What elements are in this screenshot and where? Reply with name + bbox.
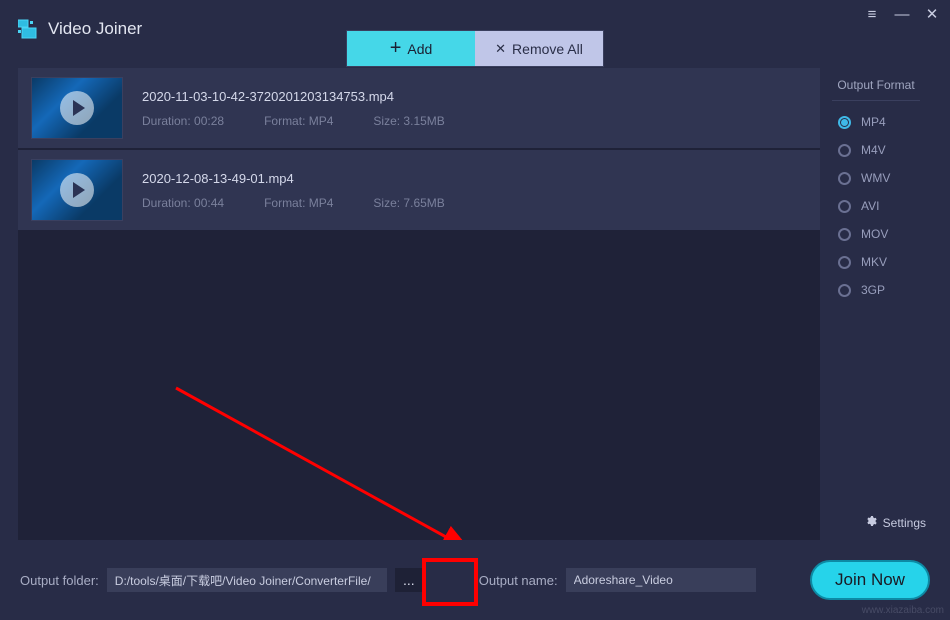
- output-name-input[interactable]: [566, 568, 756, 592]
- join-now-button[interactable]: Join Now: [810, 560, 930, 600]
- window-controls: ≡ — ✕: [864, 6, 940, 22]
- file-details: Duration: 00:28 Format: MP4 Size: 3.15MB: [142, 114, 445, 128]
- bottom-bar: Output folder: ... Output name: Join Now: [0, 540, 950, 620]
- menu-icon[interactable]: ≡: [864, 6, 880, 22]
- format-option-m4v[interactable]: M4V: [838, 143, 932, 157]
- video-thumbnail[interactable]: [32, 78, 122, 138]
- add-button[interactable]: Add: [347, 31, 475, 66]
- radio-icon: [838, 228, 851, 241]
- output-folder-input[interactable]: [107, 568, 387, 592]
- format-label: MOV: [861, 227, 888, 241]
- file-name: 2020-12-08-13-49-01.mp4: [142, 171, 445, 186]
- video-thumbnail[interactable]: [32, 160, 122, 220]
- file-format: Format: MP4: [264, 114, 333, 128]
- file-row[interactable]: 2020-11-03-10-42-3720201203134753.mp4 Du…: [18, 68, 820, 148]
- file-row[interactable]: 2020-12-08-13-49-01.mp4 Duration: 00:44 …: [18, 150, 820, 230]
- format-label: M4V: [861, 143, 886, 157]
- format-label: MKV: [861, 255, 887, 269]
- file-duration: Duration: 00:28: [142, 114, 224, 128]
- annotation-arrow: [166, 378, 506, 540]
- format-option-mp4[interactable]: MP4: [838, 115, 932, 129]
- output-name-label: Output name:: [479, 573, 558, 588]
- output-folder-label: Output folder:: [20, 573, 99, 588]
- remove-all-button[interactable]: Remove All: [475, 31, 603, 66]
- radio-icon: [838, 284, 851, 297]
- format-option-mkv[interactable]: MKV: [838, 255, 932, 269]
- add-button-label: Add: [407, 41, 432, 57]
- file-details: Duration: 00:44 Format: MP4 Size: 7.65MB: [142, 196, 445, 210]
- radio-icon: [838, 144, 851, 157]
- x-icon: [495, 40, 506, 57]
- format-label: MP4: [861, 115, 886, 129]
- app-logo: Video Joiner: [18, 18, 142, 40]
- file-format: Format: MP4: [264, 196, 333, 210]
- file-list: 2020-11-03-10-42-3720201203134753.mp4 Du…: [18, 68, 820, 540]
- app-title: Video Joiner: [48, 19, 142, 39]
- settings-label: Settings: [883, 516, 926, 530]
- format-option-wmv[interactable]: WMV: [838, 171, 932, 185]
- plus-icon: [390, 37, 402, 60]
- format-label: AVI: [861, 199, 879, 213]
- output-format-title: Output Format: [832, 78, 920, 101]
- file-size: Size: 3.15MB: [373, 114, 444, 128]
- format-option-avi[interactable]: AVI: [838, 199, 932, 213]
- main-panel: 2020-11-03-10-42-3720201203134753.mp4 Du…: [18, 68, 932, 540]
- minimize-button[interactable]: —: [894, 6, 910, 22]
- format-option-3gp[interactable]: 3GP: [838, 283, 932, 297]
- play-icon: [60, 173, 94, 207]
- file-name: 2020-11-03-10-42-3720201203134753.mp4: [142, 89, 445, 104]
- browse-folder-button[interactable]: ...: [395, 568, 423, 592]
- radio-icon: [838, 172, 851, 185]
- close-button[interactable]: ✕: [924, 6, 940, 22]
- toolbar: Add Remove All: [346, 30, 604, 67]
- file-meta: 2020-11-03-10-42-3720201203134753.mp4 Du…: [142, 89, 445, 128]
- settings-button[interactable]: Settings: [865, 515, 926, 530]
- format-label: WMV: [861, 171, 890, 185]
- file-size: Size: 7.65MB: [373, 196, 444, 210]
- output-format-sidebar: Output Format MP4 M4V WMV AVI MOV: [820, 68, 932, 540]
- format-option-mov[interactable]: MOV: [838, 227, 932, 241]
- file-duration: Duration: 00:44: [142, 196, 224, 210]
- play-icon: [60, 91, 94, 125]
- radio-icon: [838, 200, 851, 213]
- gear-icon: [865, 515, 877, 530]
- logo-icon: [18, 18, 40, 40]
- radio-icon: [838, 116, 851, 129]
- file-meta: 2020-12-08-13-49-01.mp4 Duration: 00:44 …: [142, 171, 445, 210]
- format-list: MP4 M4V WMV AVI MOV MKV: [820, 115, 932, 297]
- radio-icon: [838, 256, 851, 269]
- remove-all-label: Remove All: [512, 41, 583, 57]
- format-label: 3GP: [861, 283, 885, 297]
